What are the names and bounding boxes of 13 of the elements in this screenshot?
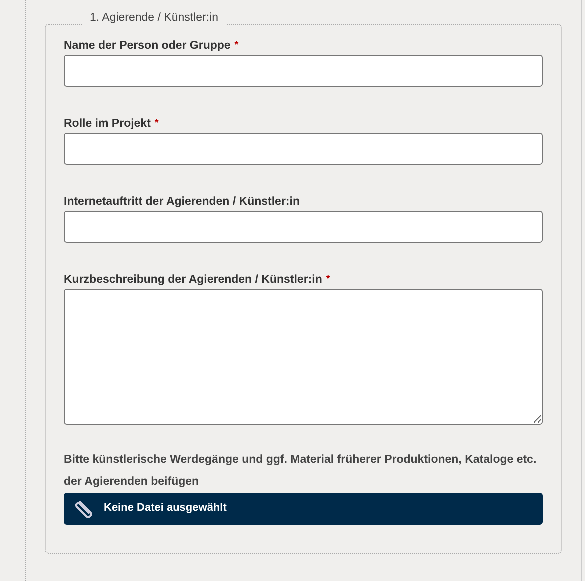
field-label: Kurzbeschreibung der Agierenden / Künstler:in — [64, 272, 322, 286]
required-asterisk: * — [154, 116, 159, 130]
section-legend: 1. Agierende / Künstler:in — [82, 13, 226, 24]
required-asterisk: * — [326, 272, 330, 286]
input-field[interactable] — [64, 210, 543, 242]
input-field[interactable] — [64, 54, 543, 86]
field-label: Name der Person oder Gruppe — [64, 38, 231, 52]
field-label: Bitte künstlerische Werdegänge und ggf. Material früherer Produktionen, Kataloge etc. der Agierenden beifügen — [64, 452, 538, 490]
field-label: Internetauftritt der Agierenden / Künstler:in — [64, 194, 300, 208]
input-field[interactable] — [64, 132, 543, 164]
field-label: Rolle im Projekt — [64, 116, 151, 130]
file-upload-button[interactable]: Keine Datei ausgewählt — [64, 492, 543, 524]
required-asterisk: * — [234, 38, 239, 52]
